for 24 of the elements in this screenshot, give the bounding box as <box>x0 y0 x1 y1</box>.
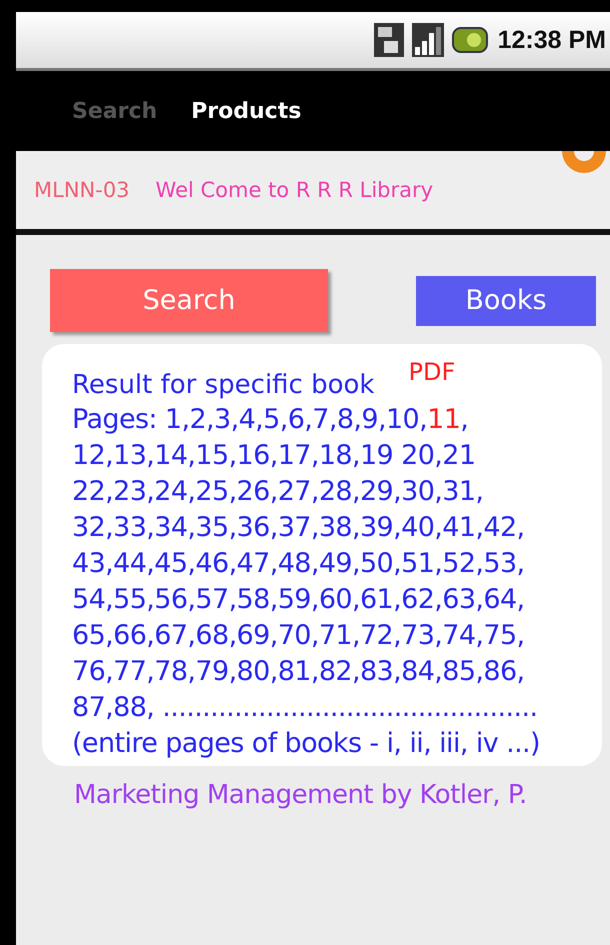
library-code: MLNN-03 <box>34 178 130 202</box>
pdf-link[interactable]: PDF <box>408 358 456 386</box>
signal-icon <box>412 23 444 57</box>
page-list-line: 54,55,56,57,58,59,60,61,62,63,64, <box>72 583 526 617</box>
page-list-line: 76,77,78,79,80,81,82,83,84,85,86, <box>72 655 526 689</box>
page-list-line: 43,44,45,46,47,48,49,50,51,52,53, <box>72 547 526 581</box>
page-list-line: 32,33,34,35,36,37,38,39,40,41,42, <box>72 511 526 545</box>
books-button[interactable]: Books <box>416 276 596 326</box>
status-time: 12:38 PM <box>498 26 606 54</box>
book-title: Marketing Management by Kotler, P. <box>73 779 528 810</box>
battery-icon <box>452 26 490 54</box>
network-icon <box>374 23 404 57</box>
search-button[interactable]: Search <box>50 269 328 332</box>
page-list-line: Pages: 1,2,3,4,5,6,7,8,9,10,11, <box>72 403 470 437</box>
tab[interactable]: Search <box>72 92 158 130</box>
ring-icon <box>562 151 606 173</box>
page-list-line: 12,13,14,15,16,17,18,19 20,21 <box>72 439 476 473</box>
page-list-line: 87,88, ............................................... <box>72 691 538 725</box>
page-list-line: (entire pages of books - i, ii, iii, iv ...) <box>72 727 541 761</box>
result-title: Result for specific book <box>72 369 374 400</box>
welcome-text: Wel Come to R R R Library <box>156 178 434 202</box>
page-list-line: 65,66,67,68,69,70,71,72,73,74,75, <box>72 619 526 653</box>
tab[interactable]: Products <box>191 92 302 130</box>
page-list-line: 22,23,24,25,26,27,28,29,30,31, <box>72 475 484 509</box>
